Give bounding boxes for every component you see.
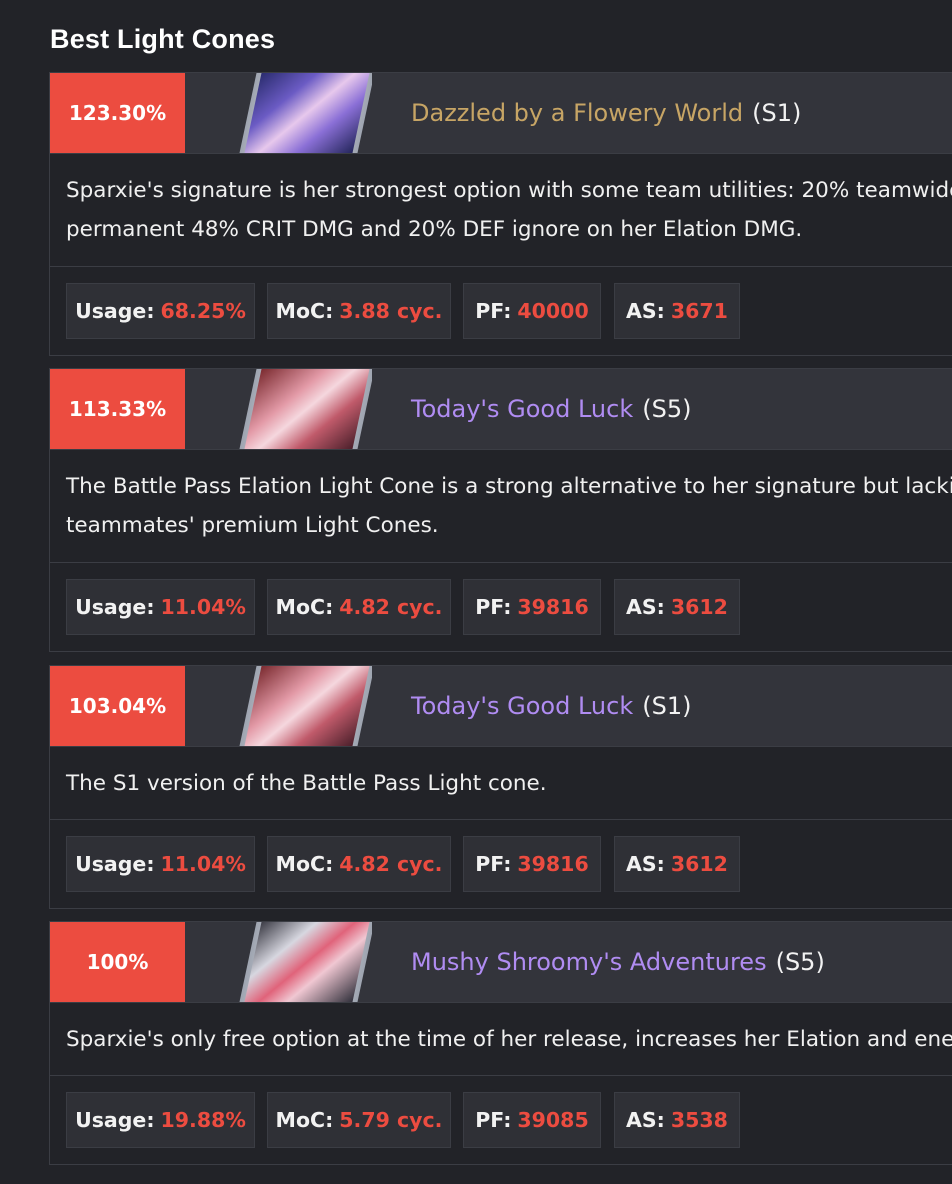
description-line: The Battle Pass Elation Light Cone is a …: [66, 474, 952, 499]
pf-value: 40000: [517, 299, 589, 323]
stats-row: Usage: 11.04% MoC: 4.82 cyc. PF: 39816 AS: 3…: [50, 563, 952, 652]
moc-value: 3.88 cyc.: [339, 299, 443, 323]
moc-stat: MoC: 3.88 cyc.: [267, 283, 451, 339]
light-cone-image[interactable]: [232, 666, 372, 746]
stats-row: Usage: 68.25% MoC: 3.88 cyc. PF: 40000 AS: 3…: [50, 267, 952, 356]
as-label: AS:: [626, 1108, 665, 1132]
light-cone-image[interactable]: [232, 922, 372, 1002]
superimposition-label: (S5): [642, 395, 692, 423]
pf-value: 39816: [517, 852, 589, 876]
usage-value: 68.25%: [160, 299, 246, 323]
pf-value: 39085: [517, 1108, 589, 1132]
moc-label: MoC:: [275, 299, 334, 323]
as-label: AS:: [626, 852, 665, 876]
pf-label: PF:: [475, 299, 512, 323]
description-line: Sparxie's only free option at the time o…: [66, 1026, 952, 1052]
usage-stat: Usage: 11.04%: [66, 579, 255, 635]
description-line: The S1 version of the Battle Pass Light …: [66, 770, 547, 796]
usage-value: 11.04%: [160, 852, 246, 876]
light-cone-header: 100% Mushy Shroomy's Adventures (S5): [50, 922, 952, 1003]
light-cone-name-link[interactable]: Dazzled by a Flowery World: [411, 99, 743, 127]
light-cone-name-link[interactable]: Today's Good Luck: [411, 395, 633, 423]
moc-label: MoC:: [275, 595, 334, 619]
pf-value: 39816: [517, 595, 589, 619]
usage-label: Usage:: [75, 299, 155, 323]
pf-stat: PF: 39816: [463, 836, 601, 892]
light-cone-card: 123.30% Dazzled by a Flowery World (S1) …: [49, 72, 952, 356]
light-cone-description: The Battle Pass Elation Light Cone is a …: [50, 450, 952, 563]
light-cone-name-link[interactable]: Today's Good Luck: [411, 692, 633, 720]
usage-label: Usage:: [75, 595, 155, 619]
moc-label: MoC:: [275, 852, 334, 876]
light-cone-header: 113.33% Today's Good Luck (S5): [50, 369, 952, 450]
pf-label: PF:: [475, 595, 512, 619]
as-value: 3612: [670, 852, 728, 876]
pf-stat: PF: 39085: [463, 1092, 601, 1148]
score-badge: 103.04%: [50, 666, 185, 746]
light-cone-description: Sparxie's signature is her strongest opt…: [50, 154, 952, 267]
as-value: 3612: [670, 595, 728, 619]
moc-stat: MoC: 5.79 cyc.: [267, 1092, 451, 1148]
light-cone-image[interactable]: [232, 369, 372, 449]
stats-row: Usage: 19.88% MoC: 5.79 cyc. PF: 39085 AS: 3…: [50, 1076, 952, 1165]
superimposition-label: (S1): [752, 99, 802, 127]
section-title: Best Light Cones: [50, 24, 276, 54]
light-cone-image[interactable]: [232, 73, 372, 153]
description-line: permanent 48% CRIT DMG and 20% DEF ignor…: [66, 217, 803, 242]
usage-stat: Usage: 68.25%: [66, 283, 255, 339]
light-cone-card: 103.04% Today's Good Luck (S1) The S1 ve…: [49, 665, 952, 909]
moc-value: 4.82 cyc.: [339, 595, 443, 619]
moc-value: 5.79 cyc.: [339, 1108, 443, 1132]
score-badge: 123.30%: [50, 73, 185, 153]
light-cone-description: Sparxie's only free option at the time o…: [50, 1003, 952, 1076]
light-cone-card: 113.33% Today's Good Luck (S5) The Battl…: [49, 368, 952, 652]
pf-stat: PF: 40000: [463, 283, 601, 339]
usage-stat: Usage: 19.88%: [66, 1092, 255, 1148]
moc-stat: MoC: 4.82 cyc.: [267, 579, 451, 635]
light-cone-header: 103.04% Today's Good Luck (S1): [50, 666, 952, 747]
pf-label: PF:: [475, 1108, 512, 1132]
moc-stat: MoC: 4.82 cyc.: [267, 836, 451, 892]
moc-value: 4.82 cyc.: [339, 852, 443, 876]
usage-label: Usage:: [75, 852, 155, 876]
usage-value: 19.88%: [160, 1108, 246, 1132]
usage-value: 11.04%: [160, 595, 246, 619]
pf-label: PF:: [475, 852, 512, 876]
stats-row: Usage: 11.04% MoC: 4.82 cyc. PF: 39816 AS: 3…: [50, 820, 952, 909]
as-stat: AS: 3538: [614, 1092, 740, 1148]
as-value: 3538: [670, 1108, 728, 1132]
light-cone-header: 123.30% Dazzled by a Flowery World (S1): [50, 73, 952, 154]
as-stat: AS: 3671: [614, 283, 740, 339]
usage-label: Usage:: [75, 1108, 155, 1132]
description-line: Sparxie's signature is her strongest opt…: [66, 178, 952, 203]
usage-stat: Usage: 11.04%: [66, 836, 255, 892]
superimposition-label: (S5): [775, 948, 825, 976]
light-cone-description: The S1 version of the Battle Pass Light …: [50, 747, 952, 820]
as-label: AS:: [626, 299, 665, 323]
light-cone-card: 100% Mushy Shroomy's Adventures (S5) Spa…: [49, 921, 952, 1165]
moc-label: MoC:: [275, 1108, 334, 1132]
pf-stat: PF: 39816: [463, 579, 601, 635]
description-line: teammates' premium Light Cones.: [66, 513, 439, 538]
score-badge: 100%: [50, 922, 185, 1002]
as-value: 3671: [670, 299, 728, 323]
score-badge: 113.33%: [50, 369, 185, 449]
superimposition-label: (S1): [642, 692, 692, 720]
as-stat: AS: 3612: [614, 579, 740, 635]
light-cone-name-link[interactable]: Mushy Shroomy's Adventures: [411, 948, 767, 976]
as-stat: AS: 3612: [614, 836, 740, 892]
as-label: AS:: [626, 595, 665, 619]
